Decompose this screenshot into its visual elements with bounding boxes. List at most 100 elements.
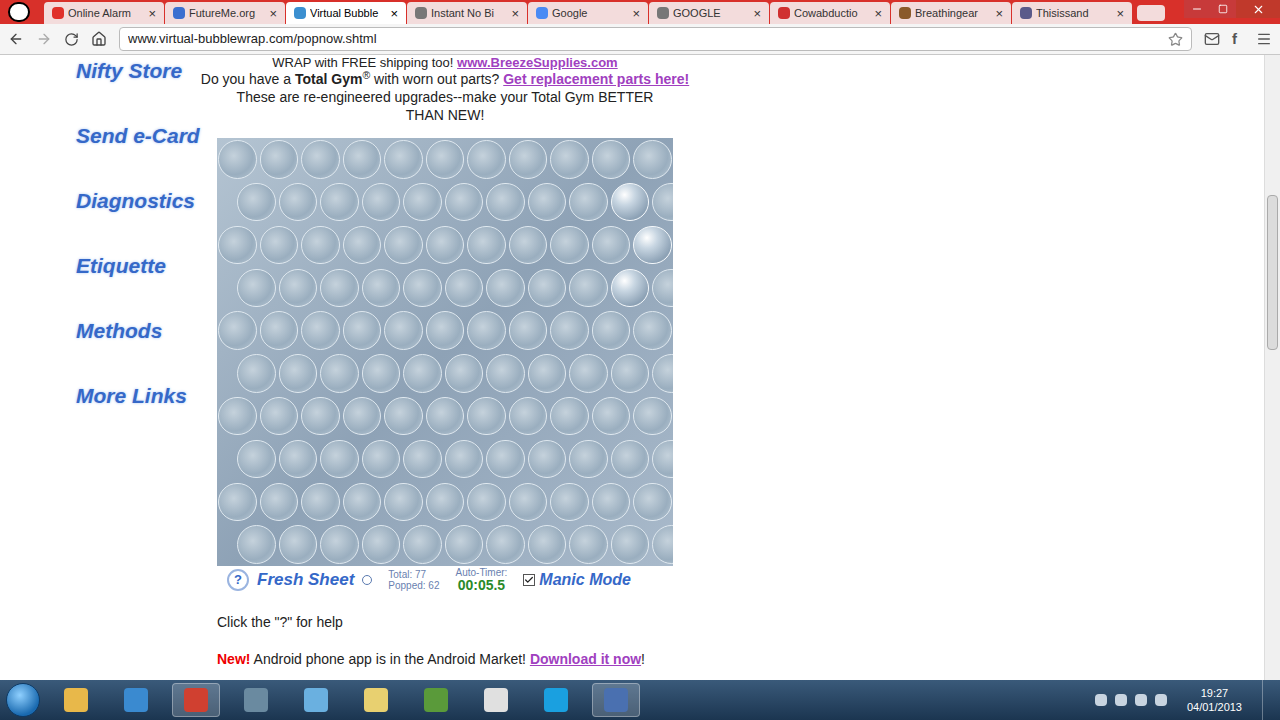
bubble[interactable] (467, 397, 506, 436)
bubble[interactable] (343, 140, 382, 179)
bubble[interactable] (652, 525, 673, 564)
bubble[interactable] (279, 354, 318, 393)
restore-button[interactable] (1210, 0, 1236, 18)
bubble[interactable] (403, 269, 442, 308)
bubble[interactable] (611, 183, 650, 222)
bubble[interactable] (362, 440, 401, 479)
tab-close-button[interactable]: × (995, 7, 1003, 20)
tab-close-button[interactable]: × (390, 7, 398, 20)
tray-icon[interactable] (1135, 694, 1147, 706)
bubble[interactable] (384, 483, 423, 522)
bubble[interactable] (426, 397, 465, 436)
bubble[interactable] (237, 525, 276, 564)
bubble[interactable] (301, 397, 340, 436)
bubble[interactable] (320, 525, 359, 564)
fresh-sheet-button[interactable]: Fresh Sheet (257, 567, 354, 593)
bubble[interactable] (592, 140, 631, 179)
bubble[interactable] (403, 183, 442, 222)
bubble[interactable] (237, 183, 276, 222)
bubble[interactable] (486, 525, 525, 564)
bubble[interactable] (486, 440, 525, 479)
bubble[interactable] (320, 354, 359, 393)
bubble[interactable] (218, 397, 257, 436)
tab-close-button[interactable]: × (511, 7, 519, 20)
bubble[interactable] (652, 183, 673, 222)
tray-icon[interactable] (1155, 694, 1167, 706)
back-icon[interactable] (8, 31, 24, 47)
new-tab-button[interactable] (1137, 5, 1165, 21)
bookmark-star-icon[interactable] (1168, 32, 1183, 47)
bubble[interactable] (320, 440, 359, 479)
bubble[interactable] (467, 311, 506, 350)
browser-tab[interactable]: GOOGLE× (649, 2, 769, 24)
bubble-sheet[interactable] (217, 138, 673, 566)
bubble[interactable] (279, 440, 318, 479)
sidebar-item[interactable]: More Links (76, 382, 217, 409)
bubble[interactable] (467, 140, 506, 179)
bubble[interactable] (569, 183, 608, 222)
reload-icon[interactable] (64, 32, 79, 47)
bubble[interactable] (343, 483, 382, 522)
tray-icon[interactable] (1115, 694, 1127, 706)
bubble[interactable] (260, 311, 299, 350)
taskbar-app-icon[interactable] (592, 683, 640, 717)
bubble[interactable] (343, 226, 382, 265)
browser-tab[interactable]: Instant No Bi× (407, 2, 527, 24)
bubble[interactable] (301, 311, 340, 350)
browser-tab[interactable]: Google× (528, 2, 648, 24)
bubble[interactable] (260, 397, 299, 436)
bubble[interactable] (362, 525, 401, 564)
tab-close-button[interactable]: × (269, 7, 277, 20)
bubble[interactable] (611, 354, 650, 393)
chrome-menu-icon[interactable] (1256, 31, 1272, 47)
bubble[interactable] (486, 354, 525, 393)
bubble[interactable] (486, 269, 525, 308)
bubble[interactable] (218, 226, 257, 265)
bubble[interactable] (260, 226, 299, 265)
bubble[interactable] (362, 269, 401, 308)
bubble[interactable] (403, 525, 442, 564)
sidebar-item[interactable]: Etiquette (76, 252, 217, 279)
bubble[interactable] (569, 525, 608, 564)
bubble[interactable] (426, 311, 465, 350)
bubble[interactable] (550, 226, 589, 265)
bubble[interactable] (301, 140, 340, 179)
bubble[interactable] (384, 140, 423, 179)
forward-icon[interactable] (36, 31, 52, 47)
bubble[interactable] (528, 440, 567, 479)
clock[interactable]: 19:2704/01/2013 (1179, 686, 1250, 714)
taskbar-app-icon[interactable] (352, 683, 400, 717)
bubble[interactable] (611, 525, 650, 564)
bubble[interactable] (550, 483, 589, 522)
mail-extension-icon[interactable] (1204, 31, 1220, 47)
bubble[interactable] (237, 354, 276, 393)
bubble[interactable] (509, 140, 548, 179)
bubble[interactable] (509, 311, 548, 350)
bubble[interactable] (633, 311, 672, 350)
bubble[interactable] (509, 226, 548, 265)
bubble[interactable] (528, 183, 567, 222)
bubble[interactable] (528, 354, 567, 393)
bubble[interactable] (652, 354, 673, 393)
help-button[interactable]: ? (227, 569, 249, 591)
bubble[interactable] (218, 140, 257, 179)
browser-tab[interactable]: Virtual Bubble× (286, 2, 406, 24)
bubble[interactable] (467, 226, 506, 265)
address-bar[interactable]: www.virtual-bubblewrap.com/popnow.shtml (119, 27, 1192, 51)
bubble[interactable] (569, 269, 608, 308)
bubble[interactable] (550, 140, 589, 179)
bubble[interactable] (279, 269, 318, 308)
browser-tab[interactable]: Thisissand× (1012, 2, 1132, 24)
bubble[interactable] (218, 483, 257, 522)
bubble[interactable] (633, 483, 672, 522)
bubble[interactable] (260, 483, 299, 522)
bubble[interactable] (301, 483, 340, 522)
close-button[interactable] (1236, 0, 1280, 18)
bubble[interactable] (633, 397, 672, 436)
bubble[interactable] (592, 397, 631, 436)
bubble[interactable] (611, 440, 650, 479)
bubble[interactable] (611, 269, 650, 308)
bubble[interactable] (509, 483, 548, 522)
bubble[interactable] (652, 269, 673, 308)
bubble[interactable] (652, 440, 673, 479)
